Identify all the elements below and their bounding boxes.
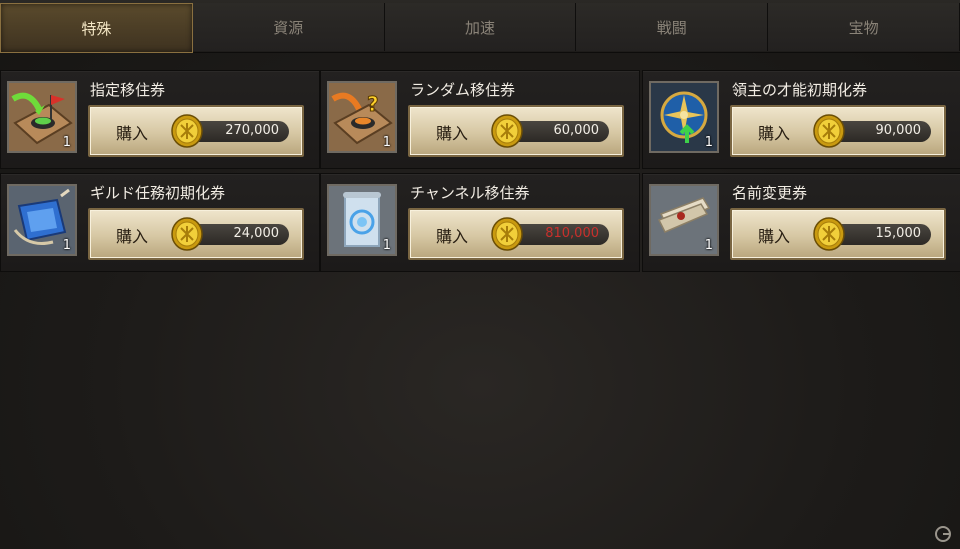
shop-item-card: 1 ギルド任務初期化券 購入 24,000 <box>0 173 320 272</box>
buy-label: 購入 <box>436 227 469 246</box>
talent-reset-icon: 1 <box>649 81 719 153</box>
tab-speedup[interactable]: 加速 <box>384 3 577 51</box>
svg-text:?: ? <box>367 92 379 116</box>
item-quantity: 1 <box>704 135 713 150</box>
buy-label: 購入 <box>436 124 469 143</box>
price-value: 90,000 <box>875 123 922 138</box>
price-value: 15,000 <box>875 226 922 241</box>
tab-resources[interactable]: 資源 <box>192 3 385 51</box>
buy-button[interactable]: 購入 90,000 <box>730 105 946 157</box>
shop-item-card: 1 名前変更券 購入 15,000 <box>642 173 960 272</box>
site-watermark-logo <box>935 526 951 542</box>
targeted-relocation-icon: 1 <box>7 81 77 153</box>
item-name: ランダム移住券 <box>410 81 516 99</box>
item-quantity: 1 <box>704 238 713 253</box>
item-name: 領主の才能初期化券 <box>732 81 868 99</box>
buy-button[interactable]: 購入 810,000 <box>408 208 624 260</box>
gold-coin-icon <box>171 217 203 251</box>
buy-label: 購入 <box>758 124 791 143</box>
shop-item-card: 1 領主の才能初期化券 購入 90,000 <box>642 70 960 169</box>
buy-label: 購入 <box>758 227 791 246</box>
buy-button[interactable]: 購入 24,000 <box>88 208 304 260</box>
item-quantity: 1 <box>382 135 391 150</box>
gold-coin-icon <box>813 114 845 148</box>
shop-item-card: 1 指定移住券 購入 270,000 <box>0 70 320 169</box>
buy-button[interactable]: 購入 15,000 <box>730 208 946 260</box>
shop-item-card: ? 1 ランダム移住券 購入 60,000 <box>320 70 640 169</box>
rename-scroll-icon: 1 <box>649 184 719 256</box>
price-value-insufficient: 810,000 <box>545 226 599 241</box>
item-name: チャンネル移住券 <box>410 184 530 202</box>
gold-coin-icon <box>491 114 523 148</box>
buy-label: 購入 <box>116 124 149 143</box>
guild-quest-reset-icon: 1 <box>7 184 77 256</box>
channel-relocation-icon: 1 <box>327 184 397 256</box>
tab-combat[interactable]: 戦闘 <box>576 3 769 51</box>
item-quantity: 1 <box>62 135 71 150</box>
buy-label: 購入 <box>116 227 149 246</box>
item-name: 指定移住券 <box>90 81 166 99</box>
buy-button[interactable]: 購入 60,000 <box>408 105 624 157</box>
price-value: 24,000 <box>233 226 280 241</box>
price-value: 270,000 <box>225 123 279 138</box>
gold-coin-icon <box>171 114 203 148</box>
item-quantity: 1 <box>62 238 71 253</box>
tab-treasure[interactable]: 宝物 <box>768 3 960 51</box>
shop-item-card: 1 チャンネル移住券 購入 810,000 <box>320 173 640 272</box>
item-quantity: 1 <box>382 238 391 253</box>
gold-coin-icon <box>813 217 845 251</box>
gold-coin-icon <box>491 217 523 251</box>
item-name: 名前変更券 <box>732 184 808 202</box>
tab-special[interactable]: 特殊 <box>0 3 193 53</box>
buy-button[interactable]: 購入 270,000 <box>88 105 304 157</box>
price-value: 60,000 <box>553 123 600 138</box>
category-tab-bar: 特殊 資源 加速 戦闘 宝物 <box>0 0 960 53</box>
random-relocation-icon: ? 1 <box>327 81 397 153</box>
item-name: ギルド任務初期化券 <box>90 184 226 202</box>
